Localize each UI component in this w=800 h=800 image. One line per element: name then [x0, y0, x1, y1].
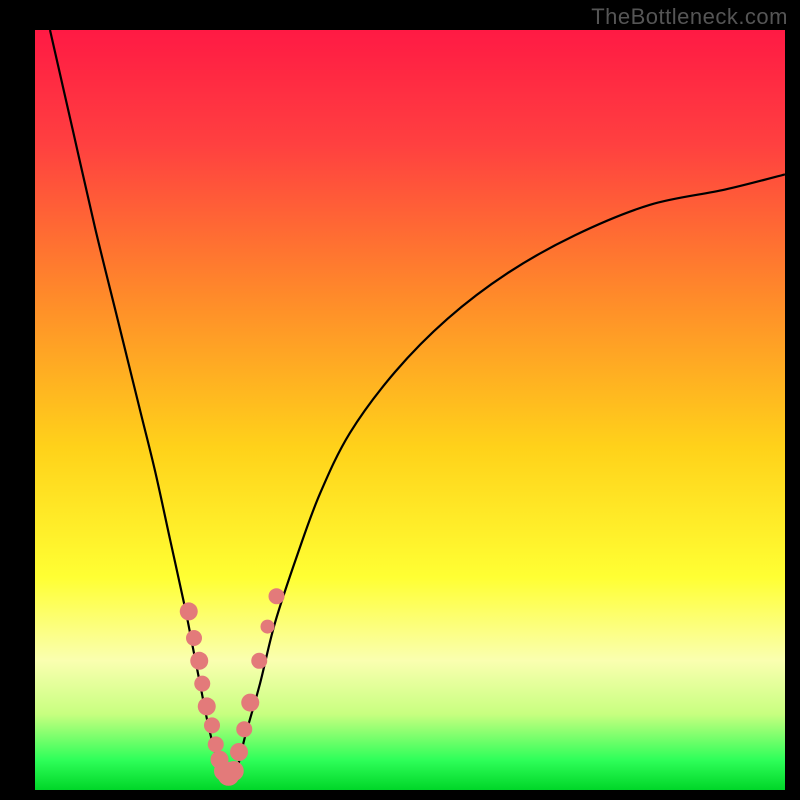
- highlight-dot: [230, 743, 248, 761]
- chart-svg: [35, 30, 785, 790]
- highlight-dot: [269, 588, 285, 604]
- chart-frame: TheBottleneck.com: [0, 0, 800, 800]
- highlight-dot: [186, 630, 202, 646]
- highlight-dot: [194, 676, 210, 692]
- watermark-label: TheBottleneck.com: [591, 4, 788, 30]
- gradient-background: [35, 30, 785, 790]
- highlight-dot: [251, 653, 267, 669]
- highlight-dot: [198, 697, 216, 715]
- highlight-dot: [241, 694, 259, 712]
- highlight-dot: [190, 652, 208, 670]
- plot-area: [35, 30, 785, 790]
- highlight-dot: [236, 721, 252, 737]
- highlight-dot: [261, 620, 275, 634]
- highlight-dot: [224, 761, 244, 781]
- highlight-dot: [208, 736, 224, 752]
- highlight-dot: [204, 717, 220, 733]
- highlight-dot: [180, 602, 198, 620]
